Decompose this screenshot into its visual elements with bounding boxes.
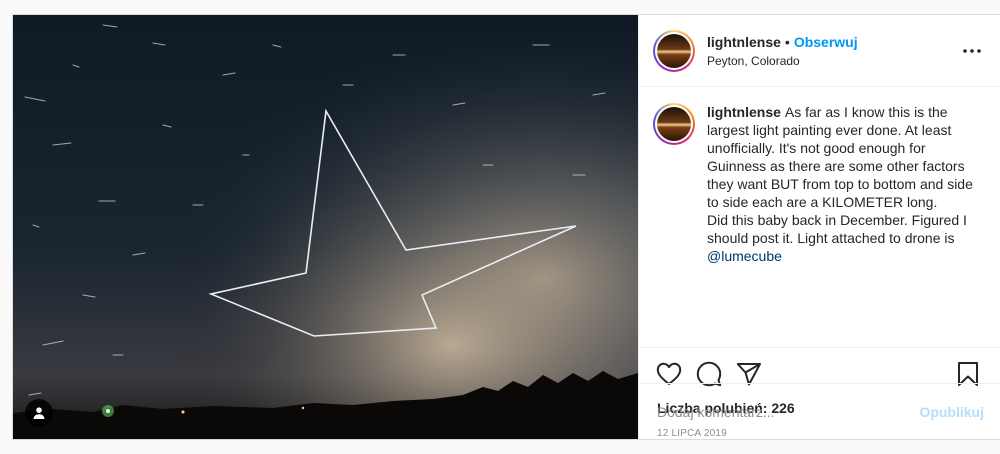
caption-section: lightnlense As far as I know this is the … <box>639 87 1000 348</box>
location-link[interactable]: Peyton, Colorado <box>707 54 960 68</box>
post-header: lightnlense • Obserwuj Peyton, Colorado <box>639 15 1000 87</box>
post-photo[interactable] <box>13 15 638 439</box>
username-link[interactable]: lightnlense <box>707 34 781 50</box>
comment-form: Opublikuj <box>639 383 1000 439</box>
caption-avatar[interactable] <box>653 103 695 145</box>
caption-text: lightnlense As far as I know this is the … <box>707 103 977 347</box>
mention-link[interactable]: @lumecube <box>707 248 782 264</box>
publish-button[interactable]: Opublikuj <box>919 404 984 420</box>
caption-body-2: Did this baby back in December. Figured … <box>707 212 967 246</box>
more-horizontal-icon <box>963 48 981 53</box>
user-tag-icon <box>33 407 45 419</box>
follow-button[interactable]: Obserwuj <box>794 34 858 50</box>
more-options-button[interactable] <box>960 39 984 63</box>
avatar[interactable] <box>653 29 695 72</box>
night-sky-star-light-painting-image <box>13 15 638 439</box>
comment-input[interactable] <box>657 403 920 420</box>
tag-people-button[interactable] <box>25 399 53 427</box>
separator-dot: • <box>784 33 790 50</box>
caption-username-link[interactable]: lightnlense <box>707 104 781 120</box>
post-sidebar: lightnlense • Obserwuj Peyton, Colorado <box>638 15 1000 439</box>
post-card: lightnlense • Obserwuj Peyton, Colorado <box>12 14 1000 440</box>
